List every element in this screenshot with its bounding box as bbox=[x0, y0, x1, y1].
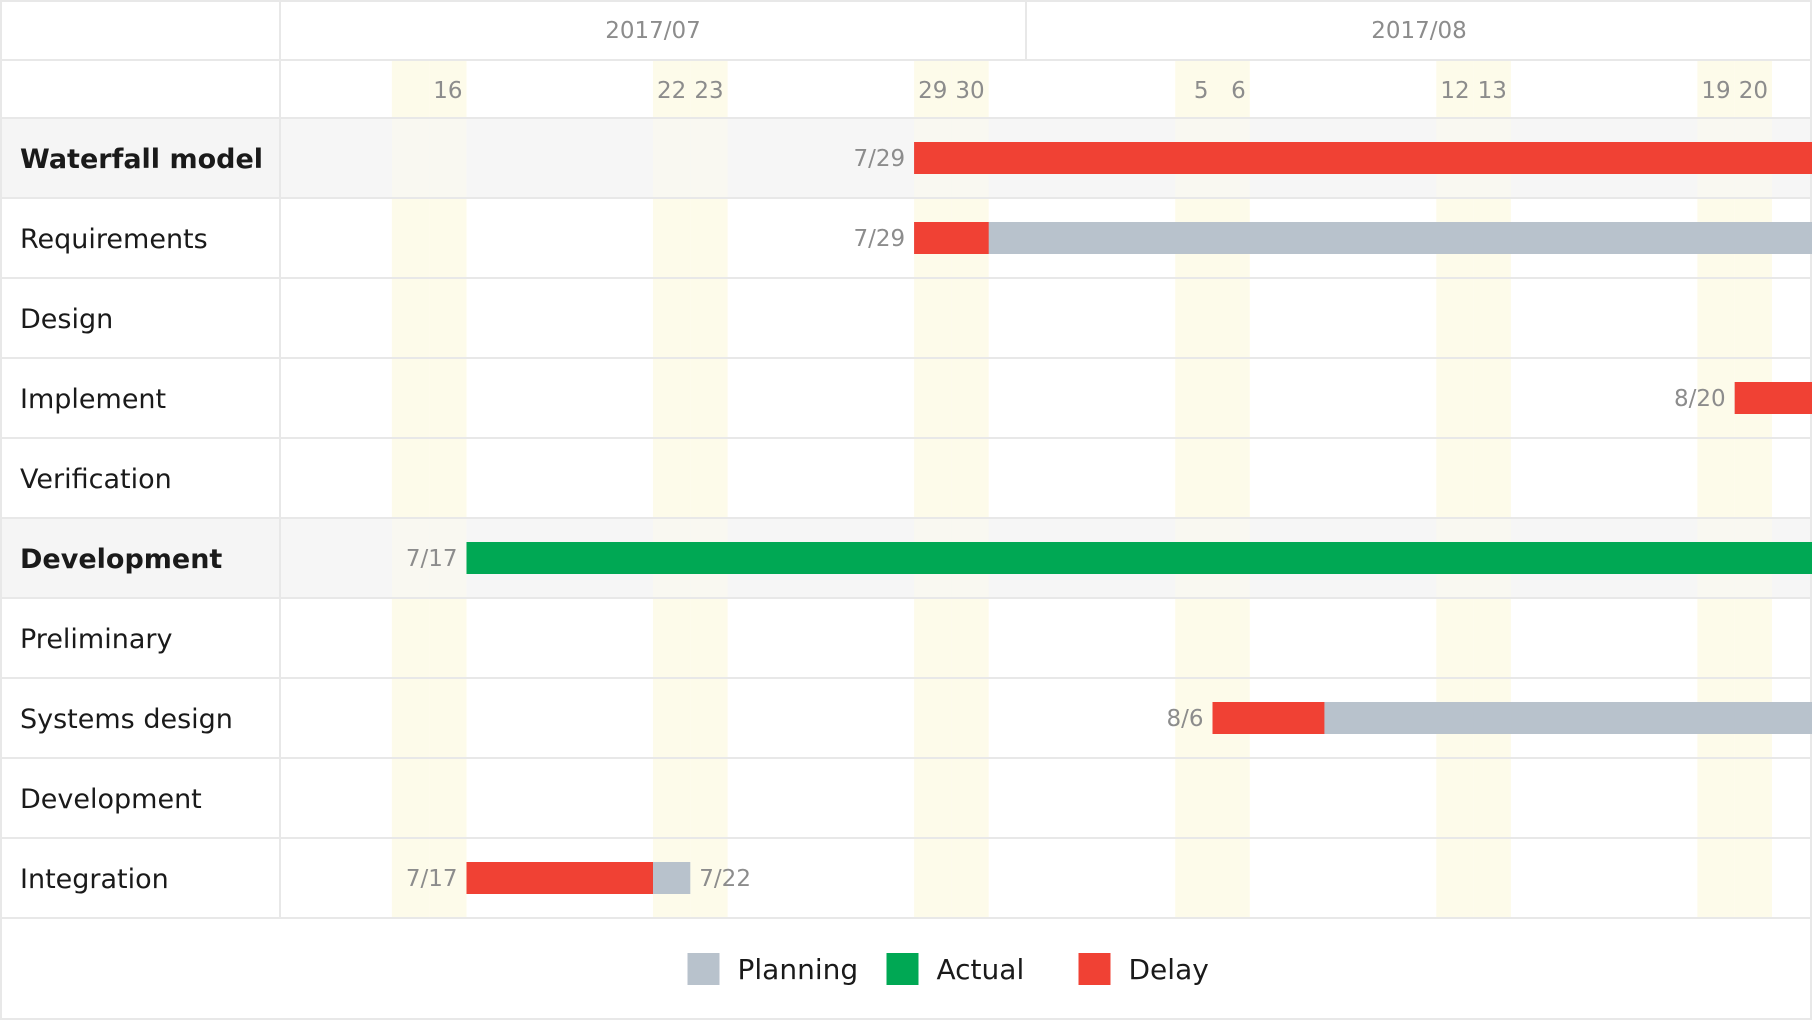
task-name: Design bbox=[20, 304, 113, 335]
month-label: 2017/08 bbox=[1371, 18, 1467, 44]
task-name: Implement bbox=[20, 384, 166, 415]
start-date-label: 7/17 bbox=[406, 866, 458, 892]
planning-legend-label: Planning bbox=[738, 953, 859, 986]
delay-bar bbox=[914, 222, 989, 254]
start-date-label: 7/29 bbox=[853, 146, 905, 172]
start-date-label: 8/6 bbox=[1166, 706, 1203, 732]
delay-bar bbox=[1212, 702, 1325, 734]
delay-bar bbox=[914, 142, 1812, 174]
day-tick-label: 29 bbox=[918, 78, 947, 104]
task-name: Preliminary bbox=[20, 624, 172, 655]
day-tick-label: 12 bbox=[1440, 78, 1469, 104]
actual-legend-label: Actual bbox=[937, 953, 1025, 986]
task-name: Requirements bbox=[20, 224, 208, 255]
delay-bar bbox=[1734, 382, 1812, 414]
end-date-label: 7/22 bbox=[699, 866, 751, 892]
day-tick-label: 30 bbox=[955, 78, 984, 104]
month-label: 2017/07 bbox=[605, 18, 701, 44]
day-tick-label: 22 bbox=[657, 78, 686, 104]
legend: Planning Actual Delay bbox=[687, 953, 1209, 986]
day-tick-label: 6 bbox=[1231, 78, 1246, 104]
planning-legend-swatch bbox=[687, 953, 720, 985]
delay-legend-label: Delay bbox=[1129, 953, 1209, 986]
day-tick-label: 5 bbox=[1194, 78, 1209, 104]
day-tick-label: 19 bbox=[1701, 78, 1730, 104]
day-tick-label: 13 bbox=[1478, 78, 1507, 104]
group-task-name: Development bbox=[20, 544, 222, 575]
actual-bar bbox=[466, 542, 1812, 574]
delay-legend-swatch bbox=[1078, 953, 1111, 985]
day-tick-label: 16 bbox=[433, 78, 462, 104]
start-date-label: 8/20 bbox=[1674, 386, 1726, 412]
day-tick-label: 20 bbox=[1739, 78, 1768, 104]
task-name: Development bbox=[20, 784, 202, 815]
group-task-name: Waterfall model bbox=[20, 144, 263, 175]
start-date-label: 7/29 bbox=[853, 226, 905, 252]
task-name: Verification bbox=[20, 464, 172, 495]
day-tick-label: 23 bbox=[694, 78, 723, 104]
gantt-chart: 2017/072017/082017/092017/10162223293056… bbox=[0, 0, 1812, 1020]
planning-bar bbox=[914, 222, 1812, 254]
start-date-label: 7/17 bbox=[406, 546, 458, 572]
delay-bar bbox=[466, 862, 653, 894]
task-name: Integration bbox=[20, 864, 169, 895]
task-name: Systems design bbox=[20, 704, 233, 735]
actual-legend-swatch bbox=[886, 953, 919, 985]
